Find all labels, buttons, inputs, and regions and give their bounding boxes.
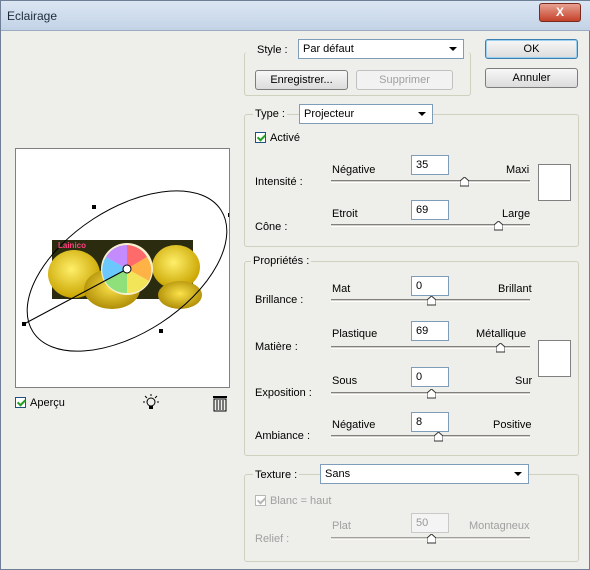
material-min-label: Plastique bbox=[332, 328, 378, 340]
cone-min-label: Etroit bbox=[332, 208, 358, 220]
exposure-label: Exposition : bbox=[255, 387, 312, 399]
ambiance-max-label: Positive bbox=[493, 419, 532, 431]
gloss-label: Brillance : bbox=[255, 294, 304, 306]
material-value[interactable]: 69 bbox=[411, 321, 449, 341]
relief-max-label: Montagneux bbox=[469, 520, 530, 532]
ok-button[interactable]: OK bbox=[485, 39, 578, 59]
light-type-select[interactable]: Projecteur bbox=[299, 104, 433, 124]
exposure-value[interactable]: 0 bbox=[411, 367, 449, 387]
ambient-color-swatch[interactable] bbox=[538, 340, 571, 377]
ambiance-min-label: Négative bbox=[332, 419, 376, 431]
ambiance-label: Ambiance : bbox=[255, 430, 311, 442]
preview-canvas[interactable]: Lainico bbox=[15, 148, 230, 388]
texture-select[interactable]: Sans bbox=[320, 464, 529, 484]
trash-icon[interactable] bbox=[212, 395, 228, 412]
ambiance-slider-track[interactable] bbox=[331, 435, 530, 438]
material-max-label: Métallique bbox=[476, 328, 527, 340]
cone-label: Cône : bbox=[255, 221, 288, 233]
chevron-down-icon bbox=[449, 47, 457, 51]
properties-label: Propriétés : bbox=[251, 255, 312, 267]
exposure-max-label: Sur bbox=[515, 375, 533, 387]
relief-label: Relief : bbox=[255, 533, 290, 545]
texture-label: Texture : bbox=[253, 469, 300, 481]
intensity-slider-track[interactable] bbox=[331, 180, 530, 183]
cancel-button[interactable]: Annuler bbox=[485, 68, 578, 88]
light-bulb-icon[interactable] bbox=[142, 394, 160, 412]
intensity-min-label: Négative bbox=[332, 164, 376, 176]
exposure-slider-thumb[interactable] bbox=[426, 388, 436, 399]
light-color-swatch[interactable] bbox=[538, 164, 571, 201]
style-label: Style : bbox=[255, 44, 290, 56]
white-high-checkbox[interactable] bbox=[255, 495, 266, 506]
gloss-min-label: Mat bbox=[332, 283, 351, 295]
cone-value[interactable]: 69 bbox=[411, 200, 449, 220]
type-label: Type : bbox=[253, 108, 287, 120]
chevron-down-icon bbox=[514, 472, 522, 476]
cone-max-label: Large bbox=[502, 208, 531, 220]
save-style-button[interactable]: Enregistrer... bbox=[255, 70, 348, 90]
preview-checkbox[interactable] bbox=[15, 397, 26, 408]
intensity-label: Intensité : bbox=[255, 176, 303, 188]
intensity-value[interactable]: 35 bbox=[411, 155, 449, 175]
delete-style-button[interactable]: Supprimer bbox=[356, 70, 453, 90]
relief-min-label: Plat bbox=[332, 520, 351, 532]
close-button[interactable]: X bbox=[539, 3, 581, 22]
white-high-label: Blanc = haut bbox=[270, 495, 332, 507]
material-slider-thumb[interactable] bbox=[495, 342, 506, 353]
active-label: Activé bbox=[270, 132, 300, 144]
intensity-slider-thumb[interactable] bbox=[459, 176, 470, 187]
intensity-max-label: Maxi bbox=[506, 164, 530, 176]
relief-slider-thumb[interactable] bbox=[426, 533, 436, 544]
gloss-max-label: Brillant bbox=[498, 283, 532, 295]
chevron-down-icon bbox=[418, 112, 426, 116]
light-center-handle bbox=[122, 264, 132, 274]
ambiance-slider-thumb[interactable] bbox=[433, 431, 444, 442]
material-label: Matière : bbox=[255, 341, 298, 353]
style-select[interactable]: Par défaut bbox=[298, 39, 464, 59]
lighting-dialog: Eclairage X Lainico Aperçu Style: Par d… bbox=[0, 0, 590, 570]
relief-value[interactable]: 50 bbox=[411, 513, 449, 533]
ambiance-value[interactable]: 8 bbox=[411, 412, 449, 432]
title-bar: Eclairage X bbox=[1, 1, 590, 31]
gloss-slider-thumb[interactable] bbox=[426, 295, 436, 306]
gloss-value[interactable]: 0 bbox=[411, 276, 449, 296]
preview-logo-text: Lainico bbox=[58, 241, 87, 250]
window-title: Eclairage bbox=[7, 9, 58, 23]
exposure-min-label: Sous bbox=[332, 375, 358, 387]
active-checkbox[interactable] bbox=[255, 132, 266, 143]
preview-label: Aperçu bbox=[30, 397, 65, 409]
cone-slider-thumb[interactable] bbox=[493, 220, 504, 231]
